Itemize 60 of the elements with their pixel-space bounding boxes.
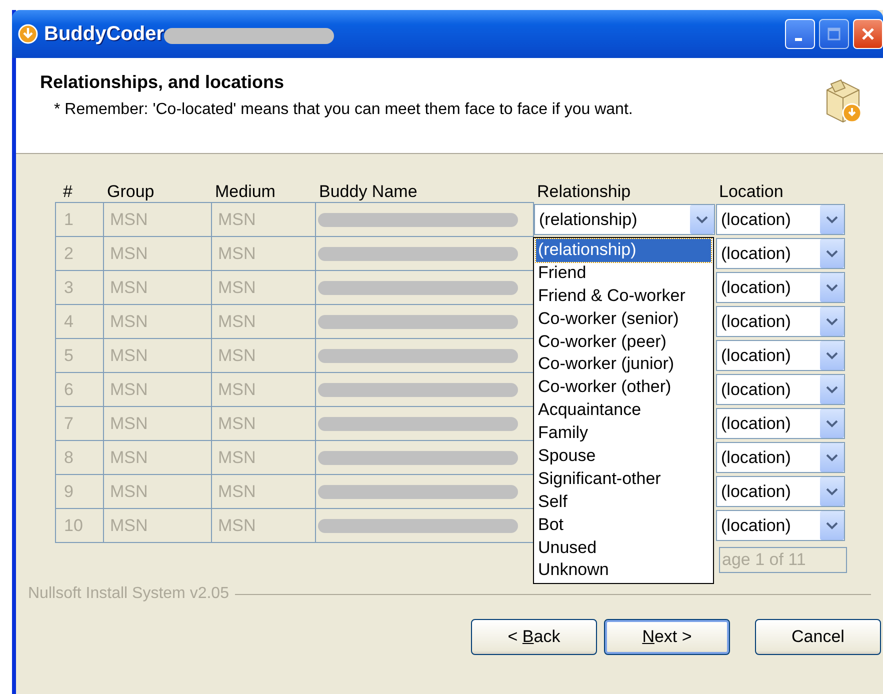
caret-icon: [696, 216, 708, 224]
column-header: Buddy Name: [318, 182, 418, 202]
column-header: Location: [718, 182, 784, 202]
window-title: BuddyCoder: [44, 22, 164, 46]
close-button[interactable]: [853, 19, 883, 49]
branding-text: Nullsoft Install System v2.05: [28, 585, 229, 603]
download-icon: [18, 24, 38, 44]
column-header: Medium: [214, 182, 276, 202]
dropdown-option[interactable]: Unused: [536, 536, 711, 560]
page-indicator: age 1 of 11: [719, 547, 847, 573]
location-dropdown[interactable]: (location): [716, 510, 845, 541]
maximize-icon: [827, 27, 841, 41]
dropdown-option[interactable]: Co-worker (senior): [536, 308, 711, 331]
caret-icon: [826, 318, 838, 326]
dialog-button[interactable]: < Back: [471, 619, 597, 655]
dropdown-option[interactable]: (relationship): [536, 239, 711, 262]
caret-icon: [826, 386, 838, 394]
maximize-button[interactable]: [819, 19, 849, 49]
dropdown-option[interactable]: Unknown: [536, 559, 711, 582]
dropdown-option[interactable]: Friend & Co-worker: [536, 284, 711, 308]
dropdown-option[interactable]: Family: [536, 422, 711, 446]
location-dropdown[interactable]: (location): [716, 238, 845, 269]
column-header: #: [62, 182, 74, 202]
table-cell: 1: [55, 202, 104, 237]
caret-icon: [826, 216, 838, 224]
location-dropdown[interactable]: (location): [716, 340, 845, 371]
relationship-dropdown[interactable]: (relationship): [534, 204, 715, 235]
dropdown-option[interactable]: Spouse: [536, 445, 711, 468]
location-dropdown[interactable]: (location): [716, 374, 845, 405]
location-dropdown[interactable]: (location): [716, 204, 845, 235]
caret-icon: [826, 522, 838, 530]
location-dropdown[interactable]: (location): [716, 306, 845, 337]
column-header: Group: [106, 182, 156, 202]
dropdown-option[interactable]: Bot: [536, 514, 711, 537]
page-note: * Remember: 'Co-located' means that you can meet them face to face if you want.: [53, 101, 633, 119]
caret-icon: [826, 454, 838, 462]
caret-icon: [826, 488, 838, 496]
caret-icon: [826, 250, 838, 258]
dialog-button[interactable]: Cancel: [755, 619, 881, 655]
dropdown-option[interactable]: Self: [536, 490, 711, 514]
dropdown-option[interactable]: Friend: [536, 262, 711, 285]
location-dropdown[interactable]: (location): [716, 476, 845, 507]
location-dropdown[interactable]: (location): [716, 408, 845, 439]
dropdown-option[interactable]: Co-worker (other): [536, 376, 711, 400]
table-cell: 10: [55, 508, 104, 543]
minimize-button[interactable]: [785, 19, 815, 49]
location-dropdown[interactable]: (location): [716, 272, 845, 303]
close-icon: [861, 27, 875, 41]
caret-icon: [826, 352, 838, 360]
dialog-button[interactable]: Next >: [604, 619, 730, 655]
caret-icon: [826, 420, 838, 428]
page-title: Relationships, and locations: [40, 72, 286, 93]
location-dropdown[interactable]: (location): [716, 442, 845, 473]
caret-icon: [826, 284, 838, 292]
column-header: Relationship: [536, 182, 632, 202]
dropdown-option[interactable]: Co-worker (junior): [536, 353, 711, 376]
minimize-icon: [795, 38, 802, 40]
dropdown-option[interactable]: Co-worker (peer): [536, 330, 711, 354]
dropdown-option[interactable]: Acquaintance: [536, 399, 711, 422]
dropdown-option[interactable]: Significant-other: [536, 468, 711, 491]
